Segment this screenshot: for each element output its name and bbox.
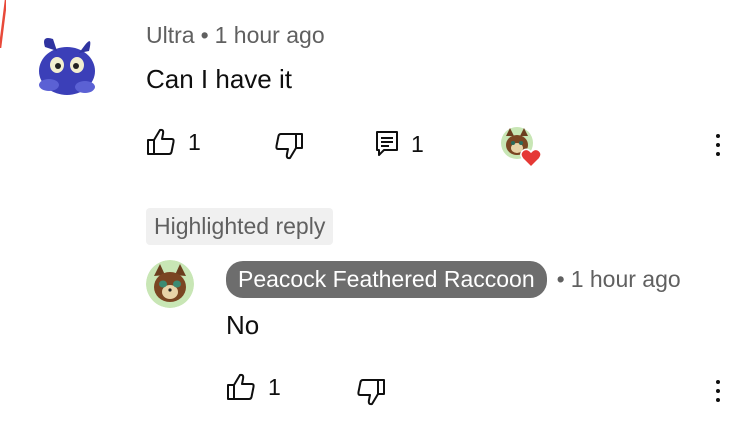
thumbs-up-icon <box>227 373 255 400</box>
replies-button[interactable]: 1 <box>375 130 424 158</box>
meta-separator: • <box>556 266 565 292</box>
like-button[interactable]: 1 <box>146 128 201 156</box>
thumbs-up-icon <box>147 128 175 155</box>
edge-accent <box>0 0 6 48</box>
reply-meta: Peacock Feathered Raccoon • 1 hour ago <box>226 261 681 298</box>
reply-text: No <box>226 310 260 340</box>
reply-like-button[interactable]: 1 <box>226 373 281 401</box>
comment-text: Can I have it <box>146 64 292 94</box>
more-vert-icon <box>716 380 720 384</box>
meta-separator: • <box>200 22 209 48</box>
more-vert-icon-dot <box>716 143 720 147</box>
comment-author[interactable]: Ultra <box>146 22 195 48</box>
reply-dislike-button[interactable] <box>356 378 386 406</box>
creator-heart-badge <box>500 126 542 168</box>
like-count: 1 <box>188 128 201 155</box>
thumbs-down-icon <box>275 133 303 160</box>
comment-icon <box>376 131 398 156</box>
reply-author-pill[interactable]: Peacock Feathered Raccoon <box>226 261 547 298</box>
comment-timestamp[interactable]: 1 hour ago <box>215 22 325 48</box>
comment-meta: Ultra • 1 hour ago <box>146 22 325 49</box>
reply-more-options-button[interactable] <box>708 376 728 406</box>
reply-count: 1 <box>411 130 424 157</box>
dislike-button[interactable] <box>274 132 304 160</box>
thumbs-down-icon <box>357 379 385 406</box>
heart-icon <box>520 148 542 168</box>
more-vert-icon-dot <box>716 152 720 156</box>
highlighted-reply-badge: Highlighted reply <box>146 208 334 245</box>
reply-meta-time: • 1 hour ago <box>557 266 681 293</box>
avatar[interactable] <box>27 27 103 103</box>
more-vert-icon <box>716 134 720 138</box>
reply-avatar[interactable] <box>146 260 194 308</box>
reply-like-count: 1 <box>268 373 281 400</box>
reply-timestamp[interactable]: 1 hour ago <box>571 266 681 292</box>
more-vert-icon-dot <box>716 398 720 402</box>
more-vert-icon-dot <box>716 389 720 393</box>
more-options-button[interactable] <box>708 130 728 160</box>
